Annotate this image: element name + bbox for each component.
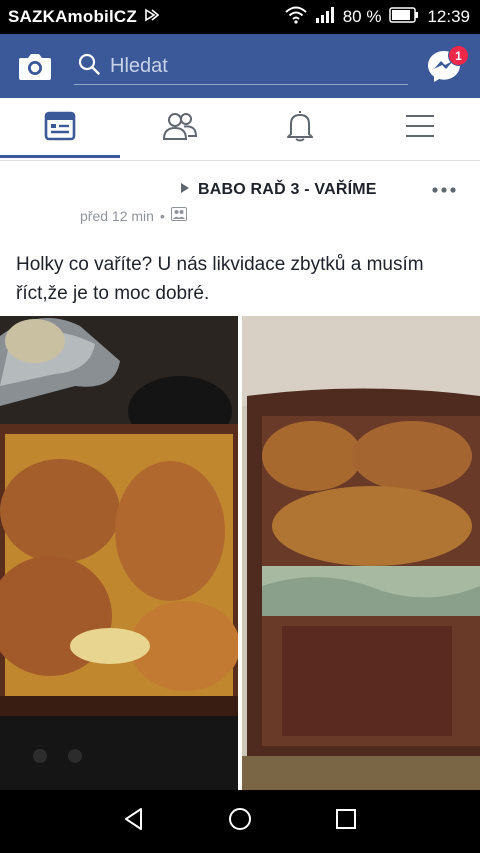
post-group-link[interactable]: BABO RAĎ 3 - VAŘÍME: [180, 181, 377, 199]
clock: 12:39: [427, 7, 470, 26]
top-app-bar: 1: [0, 34, 480, 98]
messenger-icon: [426, 51, 462, 88]
active-tab-indicator: [0, 155, 120, 158]
photo-left[interactable]: [0, 316, 238, 790]
system-navigation-bar: [0, 790, 480, 853]
group-icon: [170, 207, 187, 224]
messenger-badge: 1: [448, 45, 469, 66]
post-photos: [0, 316, 480, 790]
photo-right[interactable]: [242, 316, 480, 790]
recents-button[interactable]: [306, 790, 386, 853]
notifications-bell-icon: [285, 110, 315, 147]
friends-icon: [162, 111, 198, 146]
tab-notifications[interactable]: [240, 98, 360, 158]
battery-icon: [389, 6, 419, 28]
carrier-name: SAZKAmobilCZ: [8, 7, 137, 26]
home-button[interactable]: [200, 790, 280, 853]
more-dots-icon: [430, 187, 460, 205]
signal-icon: [315, 6, 335, 29]
menu-icon: [405, 114, 435, 143]
caret-right-icon: [180, 181, 190, 199]
recents-icon: [334, 807, 358, 836]
post-header: BABO RAĎ 3 - VAŘÍME před 12 min •: [0, 161, 480, 241]
status-bar: SAZKAmobilCZ 80 % 12:39: [0, 0, 480, 34]
post-text: Holky co vaříte? U nás likvidace zbytků …: [16, 254, 424, 304]
post-options-button[interactable]: [430, 179, 460, 201]
news-feed-icon: [44, 110, 76, 147]
search-input[interactable]: [108, 53, 392, 79]
tab-news-feed[interactable]: [0, 98, 120, 158]
post-meta: před 12 min •: [80, 207, 187, 224]
camera-button[interactable]: [18, 51, 52, 81]
camera-icon: [18, 54, 52, 85]
wifi-icon: [285, 6, 307, 29]
post-time[interactable]: před 12 min: [80, 208, 154, 224]
search-bar[interactable]: [74, 48, 408, 85]
back-icon: [121, 806, 147, 837]
separator-dot: •: [159, 207, 165, 224]
group-name[interactable]: BABO RAĎ 3 - VAŘÍME: [198, 181, 377, 199]
home-icon: [227, 806, 253, 837]
tab-bar: [0, 98, 480, 161]
back-button[interactable]: [94, 790, 174, 853]
search-icon: [78, 53, 100, 80]
nfc-icon: [143, 7, 160, 28]
tab-friends[interactable]: [120, 98, 240, 158]
battery-percent: 80 %: [342, 7, 382, 26]
tab-menu[interactable]: [360, 98, 480, 158]
